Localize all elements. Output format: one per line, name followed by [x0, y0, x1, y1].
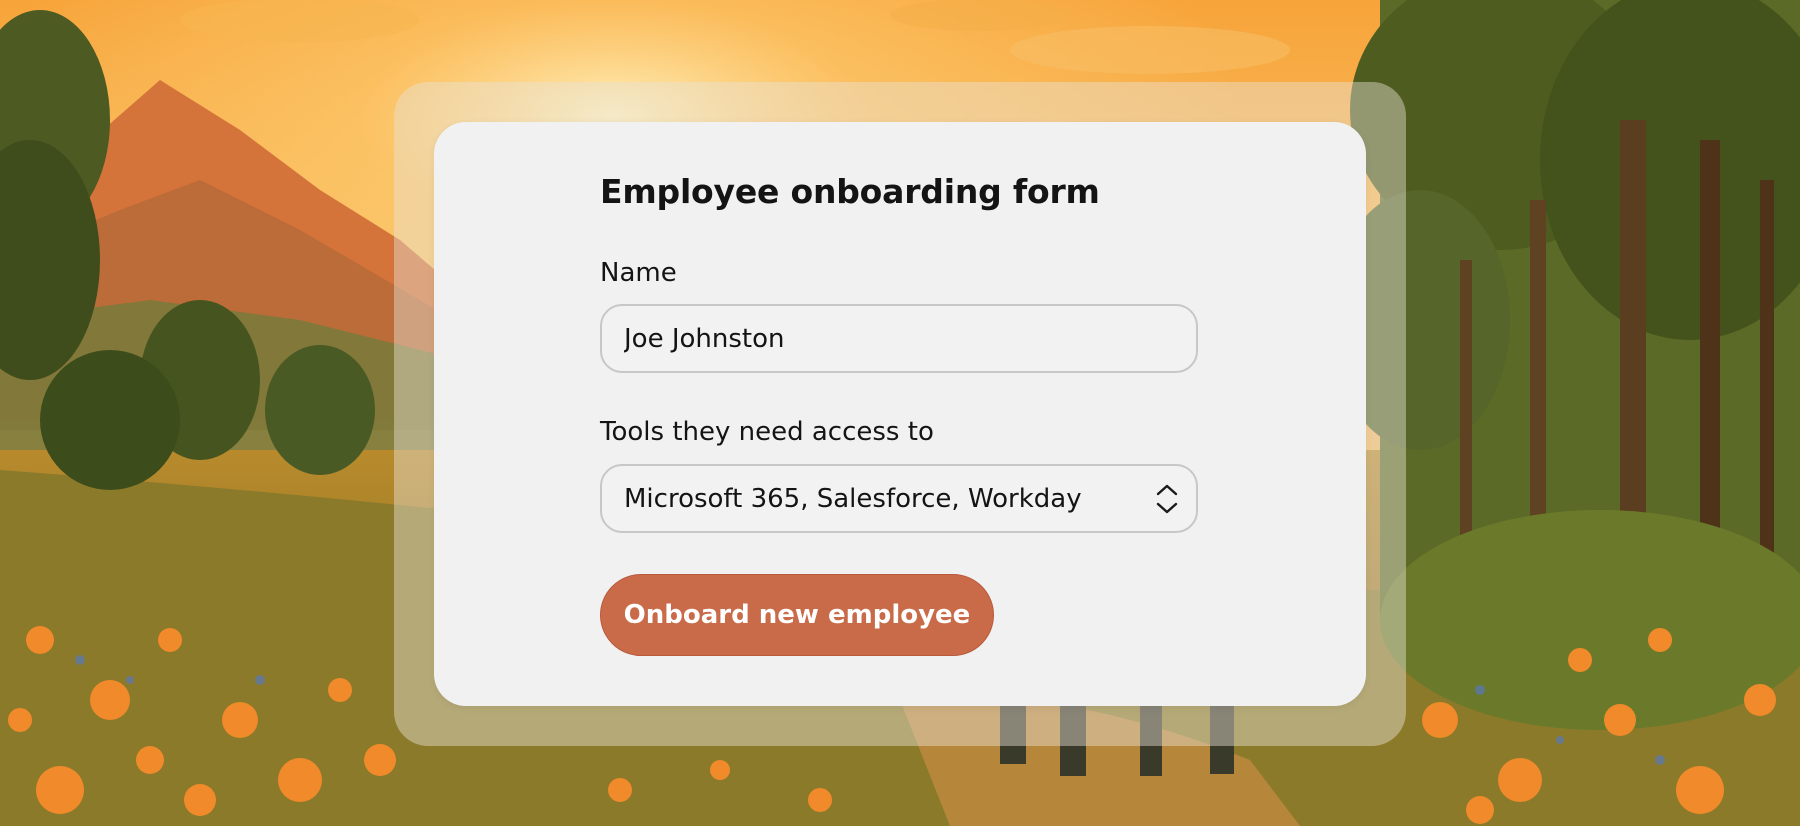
tools-select[interactable]: Microsoft 365, Salesforce, Workday	[600, 464, 1198, 533]
tools-selected-value: Microsoft 365, Salesforce, Workday	[624, 483, 1082, 514]
tools-label: Tools they need access to	[600, 417, 934, 447]
form-title: Employee onboarding form	[600, 172, 1100, 211]
onboarding-form-card: Employee onboarding form Name Tools they…	[434, 122, 1366, 706]
onboard-employee-button[interactable]: Onboard new employee	[600, 574, 994, 656]
name-input[interactable]	[600, 304, 1198, 373]
chevron-up-down-icon	[1156, 484, 1178, 514]
name-label: Name	[600, 258, 677, 288]
